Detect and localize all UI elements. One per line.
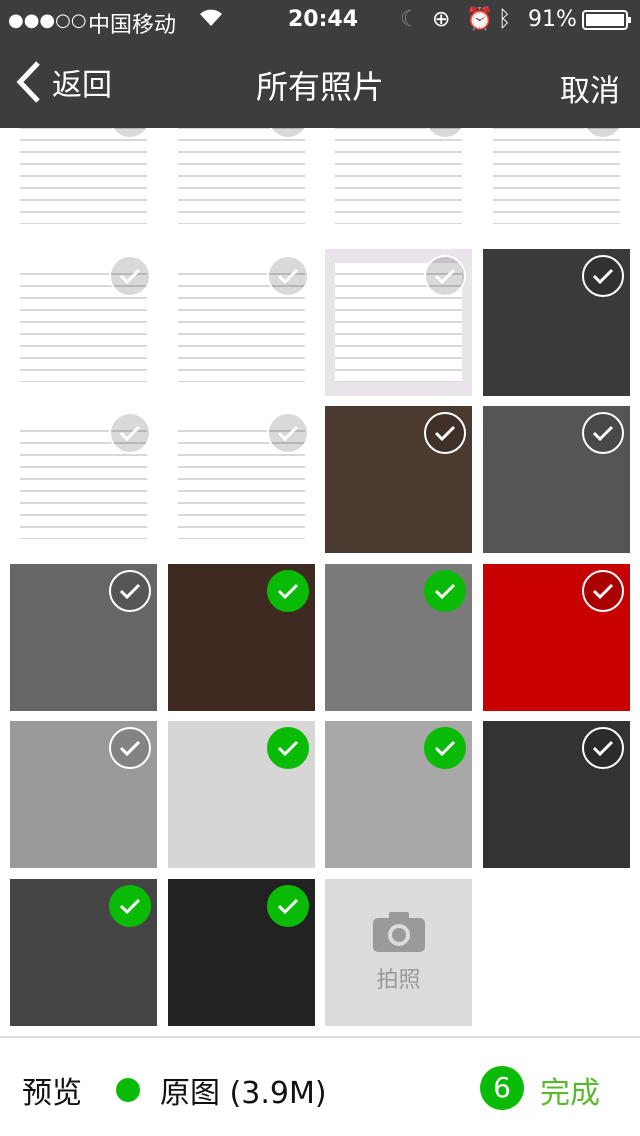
original-label: 原图 (3.9M) [160, 1076, 327, 1111]
photo-thumbnail[interactable] [325, 563, 472, 711]
photo-thumbnail[interactable] [168, 721, 315, 868]
camera-label: 拍照 [376, 968, 421, 993]
unchecked-icon[interactable] [424, 254, 466, 297]
photo-thumbnail[interactable] [325, 128, 472, 238]
unchecked-icon[interactable] [267, 254, 309, 297]
photo-thumbnail[interactable] [10, 878, 157, 1026]
camera-icon [372, 912, 425, 952]
rotation-lock-icon: ⊕ [432, 7, 451, 32]
unchecked-icon[interactable] [582, 254, 624, 297]
checked-icon[interactable] [424, 727, 466, 769]
radio-selected-icon [116, 1078, 140, 1102]
header: ●●●○○ 中国移动 20:44 ☾ ⊕ ⏰ ᛒ 91% 返回 所有照片 取消 [0, 0, 640, 128]
photo-thumbnail[interactable] [10, 563, 157, 711]
photo-thumbnail[interactable] [325, 721, 472, 868]
moon-icon: ☾ [400, 7, 420, 32]
signal-strength: ●●●○○ [8, 10, 87, 31]
photo-thumbnail[interactable] [325, 406, 472, 553]
photo-thumbnail[interactable] [10, 406, 157, 553]
unchecked-icon[interactable] [582, 727, 624, 769]
unchecked-icon[interactable] [424, 412, 466, 454]
bottom-toolbar: 预览 原图 (3.9M) 6 完成 [0, 1036, 640, 1136]
photo-thumbnail[interactable] [483, 128, 630, 238]
battery-icon [582, 10, 632, 36]
unchecked-icon[interactable] [109, 569, 151, 612]
photo-thumbnail[interactable] [10, 248, 157, 396]
screenshot-content [493, 128, 620, 224]
bluetooth-icon: ᛒ [498, 7, 512, 32]
alarm-icon: ⏰ [466, 7, 494, 32]
photo-thumbnail[interactable] [168, 563, 315, 711]
clock: 20:44 [288, 7, 359, 32]
photo-thumbnail[interactable] [10, 128, 157, 238]
photo-thumbnail[interactable] [483, 406, 630, 553]
photo-thumbnail[interactable] [168, 406, 315, 553]
battery-percent: 91% [528, 7, 577, 32]
cancel-button[interactable]: 取消 [560, 66, 620, 110]
checked-icon[interactable] [267, 569, 309, 612]
unchecked-icon[interactable] [109, 412, 151, 454]
unchecked-icon[interactable] [109, 727, 151, 769]
photo-thumbnail[interactable] [168, 878, 315, 1026]
photo-thumbnail[interactable] [483, 563, 630, 711]
unchecked-icon[interactable] [582, 569, 624, 612]
photo-thumbnail[interactable] [168, 248, 315, 396]
checked-icon[interactable] [267, 884, 309, 927]
original-image-toggle[interactable]: 原图 (3.9M) [116, 1068, 327, 1112]
selected-count-badge: 6 [480, 1066, 524, 1110]
checked-icon[interactable] [109, 884, 151, 927]
photo-grid[interactable]: 拍照 [0, 128, 640, 1036]
checked-icon[interactable] [267, 727, 309, 769]
photo-thumbnail[interactable] [10, 721, 157, 868]
carrier: 中国移动 [88, 13, 177, 38]
photo-thumbnail[interactable] [168, 128, 315, 238]
wifi-icon [198, 7, 224, 33]
preview-button[interactable]: 预览 [22, 1068, 82, 1112]
unchecked-icon[interactable] [582, 412, 624, 454]
take-photo-button[interactable]: 拍照 [325, 878, 472, 1026]
unchecked-icon[interactable] [267, 412, 309, 454]
page-title: 所有照片 [255, 68, 384, 106]
done-button[interactable]: 完成 [540, 1068, 600, 1112]
photo-thumbnail[interactable] [483, 721, 630, 868]
photo-thumbnail[interactable] [325, 248, 472, 396]
screenshot-content [335, 128, 462, 224]
photo-thumbnail[interactable] [483, 248, 630, 396]
checked-icon[interactable] [424, 569, 466, 612]
unchecked-icon[interactable] [109, 254, 151, 297]
status-bar: ●●●○○ 中国移动 20:44 ☾ ⊕ ⏰ ᛒ 91% [0, 0, 640, 40]
screenshot-content [178, 128, 305, 224]
screenshot-content [20, 128, 147, 224]
